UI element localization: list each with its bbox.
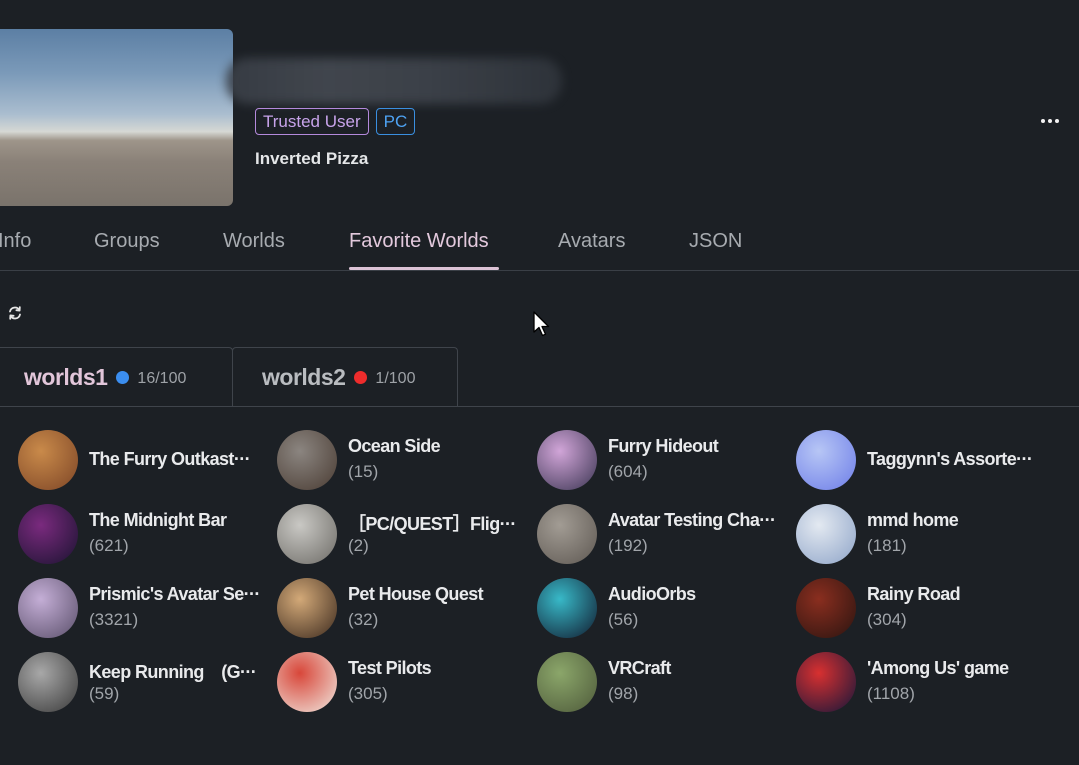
world-name: Pet House Quest xyxy=(348,584,484,604)
world-visit-count: (305) xyxy=(348,684,388,703)
world-visit-count: (2) xyxy=(348,536,369,555)
world-thumbnail[interactable] xyxy=(18,652,78,712)
world-item[interactable]: The Midnight Bar (621) xyxy=(18,504,268,564)
world-name: Furry Hideout xyxy=(608,436,719,456)
world-name: mmd home xyxy=(867,510,959,530)
user-badges: Trusted User PC xyxy=(255,108,416,135)
world-thumbnail[interactable] xyxy=(537,504,597,564)
world-thumbnail[interactable] xyxy=(18,504,78,564)
world-name: Keep Running (G··· xyxy=(89,662,257,682)
world-item[interactable]: Pet House Quest (32) xyxy=(277,578,527,638)
world-visit-count: (56) xyxy=(608,610,639,629)
favorite-worlds-page: Trusted User PC Inverted Pizza Info Grou… xyxy=(0,0,1079,765)
world-visit-count: (32) xyxy=(348,610,379,629)
world-name: Rainy Road xyxy=(867,584,961,604)
world-item[interactable]: 'Among Us' game (1108) xyxy=(796,652,1046,712)
world-item[interactable]: Taggynn's Assorte··· xyxy=(796,430,1046,490)
trust-rank-badge: Trusted User xyxy=(255,108,369,135)
group-tabs-divider xyxy=(0,406,1079,407)
active-tab-indicator xyxy=(349,267,499,270)
platform-badge: PC xyxy=(375,108,416,135)
world-thumbnail[interactable] xyxy=(796,504,856,564)
profile-tabs: Info Groups Worlds Favorite Worlds Avata… xyxy=(0,218,1079,271)
world-thumbnail[interactable] xyxy=(277,430,337,490)
world-name: The Furry Outkast··· xyxy=(89,449,251,469)
world-item[interactable]: Prismic's Avatar Se··· (3321) xyxy=(18,578,268,638)
tab-worlds[interactable]: Worlds xyxy=(223,230,285,253)
world-visit-count: (15) xyxy=(348,462,379,481)
world-name: VRCraft xyxy=(608,658,671,678)
world-item[interactable]: Rainy Road (304) xyxy=(796,578,1046,638)
redacted-username xyxy=(226,58,562,104)
world-visit-count: (621) xyxy=(89,536,129,555)
world-item[interactable]: AudioOrbs (56) xyxy=(537,578,787,638)
world-name: Prismic's Avatar Se··· xyxy=(89,584,260,604)
user-status-text: Inverted Pizza xyxy=(255,149,369,168)
world-thumbnail[interactable] xyxy=(537,578,597,638)
world-name: Test Pilots xyxy=(348,658,432,678)
world-visit-count: (1108) xyxy=(867,684,915,703)
mouse-cursor-icon xyxy=(533,311,550,337)
world-visit-count: (304) xyxy=(867,610,907,629)
world-thumbnail[interactable] xyxy=(796,578,856,638)
tab-avatars[interactable]: Avatars xyxy=(558,230,625,253)
world-name: 'Among Us' game xyxy=(867,658,1009,678)
world-name: The Midnight Bar xyxy=(89,510,227,530)
world-thumbnail[interactable] xyxy=(537,652,597,712)
world-thumbnail[interactable] xyxy=(18,430,78,490)
tab-info[interactable]: Info xyxy=(0,230,31,253)
world-thumbnail[interactable] xyxy=(277,652,337,712)
profile-image[interactable] xyxy=(0,29,233,206)
world-item[interactable]: mmd home (181) xyxy=(796,504,1046,564)
world-thumbnail[interactable] xyxy=(796,652,856,712)
world-item[interactable]: Test Pilots (305) xyxy=(277,652,527,712)
tab-json[interactable]: JSON xyxy=(689,230,742,253)
world-name: Avatar Testing Cha··· xyxy=(608,510,776,530)
world-item[interactable]: Furry Hideout (604) xyxy=(537,430,787,490)
world-thumbnail[interactable] xyxy=(537,430,597,490)
world-visit-count: (59) xyxy=(89,684,120,703)
world-name: Taggynn's Assorte··· xyxy=(867,449,1033,469)
world-visit-count: (604) xyxy=(608,462,648,481)
world-thumbnail[interactable] xyxy=(796,430,856,490)
world-item[interactable]: VRCraft (98) xyxy=(537,652,787,712)
group-name: worlds1 xyxy=(24,364,108,390)
world-visit-count: (98) xyxy=(608,684,639,703)
world-item[interactable]: Avatar Testing Cha··· (192) xyxy=(537,504,787,564)
world-visit-count: (181) xyxy=(867,536,907,555)
world-name: Ocean Side xyxy=(348,436,441,456)
world-thumbnail[interactable] xyxy=(18,578,78,638)
group-name: worlds2 xyxy=(262,364,346,390)
group-status-dot xyxy=(354,371,368,384)
refresh-icon[interactable] xyxy=(6,304,24,322)
world-item[interactable]: Keep Running (G··· (59) xyxy=(18,652,268,712)
tab-favorite-worlds[interactable]: Favorite Worlds xyxy=(349,230,489,253)
world-item[interactable]: Ocean Side (15) xyxy=(277,430,527,490)
world-visit-count: (3321) xyxy=(89,610,139,629)
world-thumbnail[interactable] xyxy=(277,578,337,638)
world-name: ［PC/QUEST］Flig··· xyxy=(348,514,516,534)
world-item[interactable]: The Furry Outkast··· xyxy=(18,430,268,490)
tab-groups[interactable]: Groups xyxy=(94,230,160,253)
group-count: 16/100 xyxy=(137,370,187,387)
world-thumbnail[interactable] xyxy=(277,504,337,564)
world-name: AudioOrbs xyxy=(608,584,696,604)
more-options-icon[interactable] xyxy=(1034,108,1066,134)
world-item[interactable]: ［PC/QUEST］Flig··· (2) xyxy=(277,504,527,564)
group-count: 1/100 xyxy=(375,370,416,387)
favorite-group-tab-worlds1[interactable]: worlds1 16/100 xyxy=(0,347,233,407)
group-status-dot xyxy=(116,371,130,384)
world-visit-count: (192) xyxy=(608,536,648,555)
favorite-group-tab-worlds2[interactable]: worlds2 1/100 xyxy=(232,347,458,407)
